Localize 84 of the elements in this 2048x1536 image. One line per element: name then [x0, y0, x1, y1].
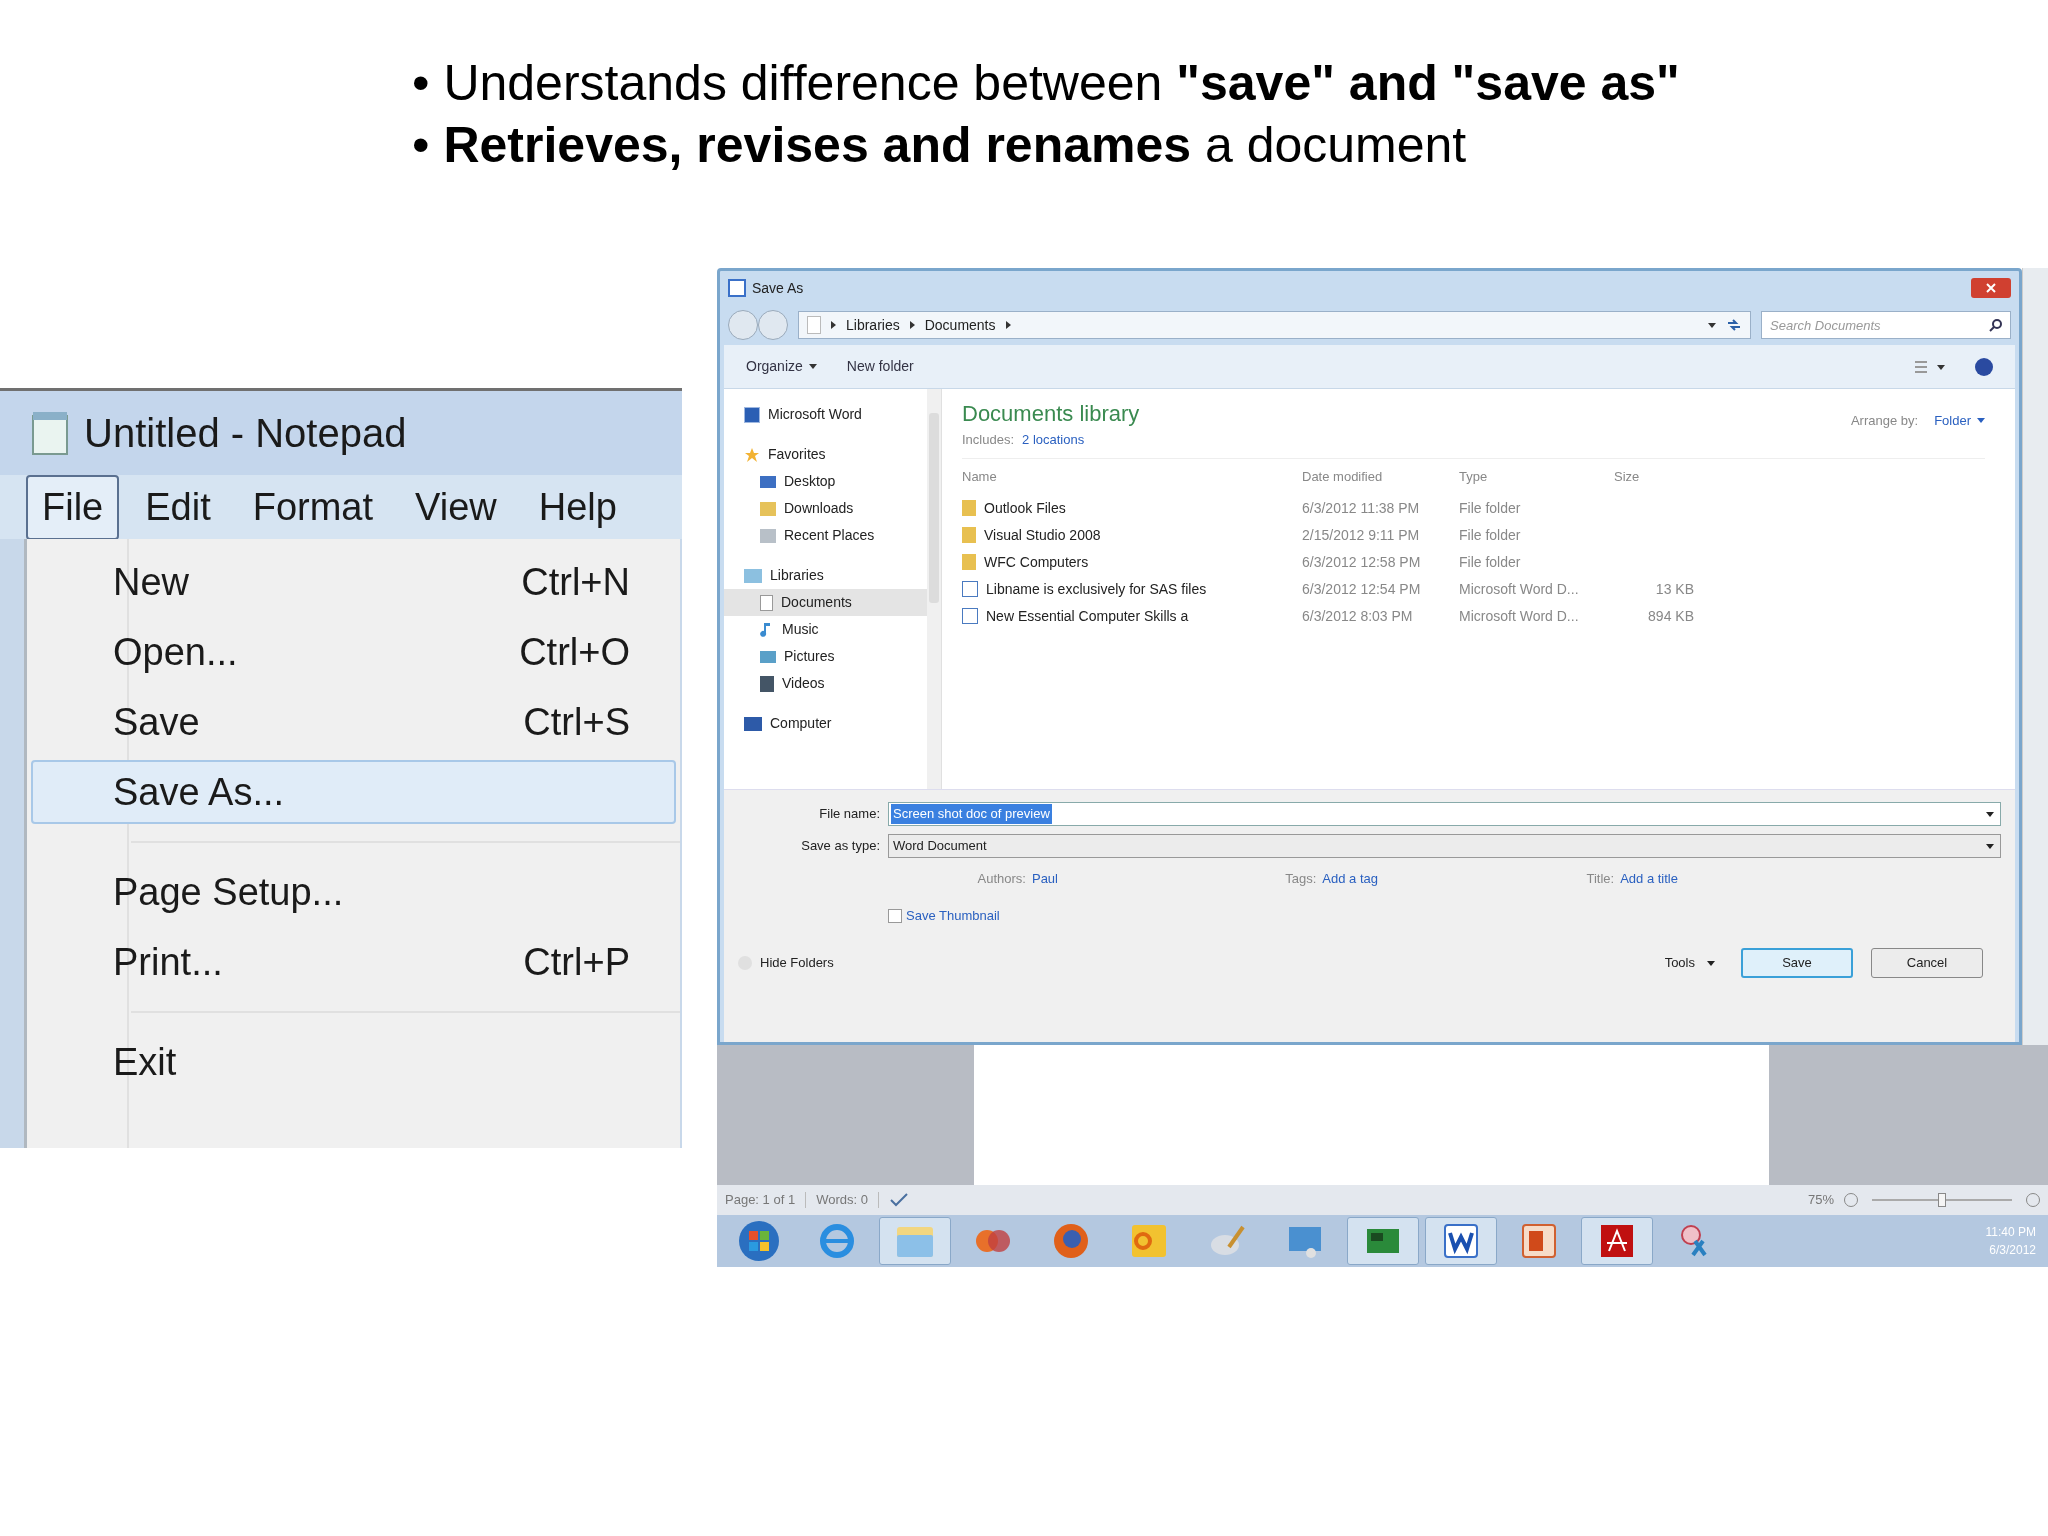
menu-bar-item[interactable]: Format: [236, 474, 390, 540]
menu-item[interactable]: Save Ctrl+S: [31, 690, 676, 754]
column-header[interactable]: Size: [1614, 466, 1704, 487]
menu-bar-item[interactable]: File: [26, 474, 120, 540]
file-name: Libname is exclusively for SAS files: [986, 579, 1207, 599]
file-name: New Essential Computer Skills a: [986, 606, 1189, 626]
field-label: Tags:: [1285, 870, 1317, 889]
search-field[interactable]: Search Documents: [1761, 311, 2011, 339]
file-date: 2/15/2012 9:11 PM: [1302, 525, 1421, 545]
nav-item[interactable]: Recent Places: [724, 522, 927, 549]
new-folder-button[interactable]: New folder: [846, 356, 914, 377]
page-count: Page: 1 of 1: [725, 1191, 796, 1210]
breadcrumb-item[interactable]: Libraries: [846, 314, 900, 336]
nav-item[interactable]: Downloads: [724, 495, 927, 522]
nav-item[interactable]: Microsoft Word: [724, 401, 927, 428]
file-date: 6/3/2012 12:54 PM: [1302, 579, 1422, 599]
menu-bar-item[interactable]: Help: [522, 474, 633, 540]
save-type-dropdown[interactable]: Word Document: [888, 834, 2001, 858]
menu-item[interactable]: New Ctrl+N: [31, 550, 676, 614]
file-type: File folder: [1459, 552, 1522, 572]
nav-item[interactable]: Libraries: [724, 562, 927, 589]
column-header[interactable]: Name: [962, 466, 1302, 487]
arrange-by-dropdown[interactable]: Folder: [1934, 411, 1985, 431]
menu-bar-item[interactable]: Edit: [129, 474, 227, 540]
file-row[interactable]: WFC Computers 6/3/2012 12:58 PM File folder: [962, 548, 1985, 576]
dialog-button[interactable]: Save: [1741, 948, 1853, 978]
file-type: File folder: [1459, 525, 1522, 545]
nav-item[interactable]: Desktop: [724, 468, 927, 495]
zoom-percent: 75%: [1807, 1191, 1834, 1210]
nav-item[interactable]: Music: [724, 616, 927, 643]
metadata-value[interactable]: Add a title: [1620, 869, 1678, 889]
hide-folders-button[interactable]: Hide Folders: [738, 953, 834, 973]
metadata-value[interactable]: Paul: [1031, 869, 1058, 889]
nav-item[interactable]: Computer: [724, 710, 927, 737]
arrange-by-label: Arrange by:: [1850, 412, 1919, 430]
file-name: Outlook Files: [984, 498, 1066, 518]
menu-item[interactable]: Print... Ctrl+P: [31, 930, 676, 994]
file-type: Microsoft Word D...: [1459, 606, 1580, 626]
window-title: Untitled - Notepad: [84, 410, 407, 457]
file-size: 894 KB: [1647, 606, 1695, 626]
clock-date: 6/3/2012: [1989, 1242, 2036, 1259]
nav-item[interactable]: Documents: [724, 589, 927, 616]
field-label: Authors:: [977, 870, 1026, 889]
menu-item[interactable]: Exit: [31, 1030, 676, 1094]
organize-menu[interactable]: Organize: [746, 356, 817, 377]
breadcrumb-item[interactable]: Documents: [924, 314, 996, 336]
locations-link[interactable]: 2 locations: [1022, 430, 1085, 450]
tools-menu[interactable]: Tools: [1664, 953, 1715, 973]
file-row[interactable]: Visual Studio 2008 2/15/2012 9:11 PM File folder: [962, 521, 1985, 549]
bullet-text: • Retrieves, revises and renames a document: [412, 116, 1468, 175]
menu-item[interactable]: Page Setup...: [31, 860, 676, 924]
field-label: Save as type:: [800, 837, 881, 856]
field-label: File name:: [818, 805, 881, 824]
clock-time: 11:40 PM: [1985, 1224, 2036, 1241]
dialog-title: Save As: [752, 278, 804, 298]
menu-item[interactable]: Open... Ctrl+O: [31, 620, 676, 684]
address-bar[interactable]: Libraries Documents: [798, 311, 1751, 339]
file-name: WFC Computers: [984, 552, 1089, 572]
file-row[interactable]: Outlook Files 6/3/2012 11:38 PM File folder: [962, 494, 1985, 522]
file-date: 6/3/2012 8:03 PM: [1302, 606, 1414, 626]
file-type: Microsoft Word D...: [1459, 579, 1580, 599]
library-title: Documents library: [962, 400, 1141, 428]
file-date: 6/3/2012 12:58 PM: [1302, 552, 1422, 572]
file-size: 13 KB: [1654, 579, 1695, 599]
file-name: Visual Studio 2008: [984, 525, 1101, 545]
file-name-field[interactable]: Screen shot doc of preview: [888, 802, 2001, 826]
metadata-value[interactable]: Add a tag: [1322, 869, 1378, 889]
word-count: Words: 0: [816, 1191, 868, 1210]
column-header[interactable]: Date modified: [1302, 466, 1459, 487]
nav-item[interactable]: Favorites: [724, 441, 927, 468]
column-header[interactable]: Type: [1459, 466, 1614, 487]
includes-label: Includes:: [962, 431, 1015, 449]
file-row[interactable]: Libname is exclusively for SAS files 6/3/2012 12:54 PM Microsoft Word D... 13 KB: [962, 575, 1985, 603]
file-type: File folder: [1459, 498, 1522, 518]
bullet-text: • Understands difference between "save" and "save as": [412, 54, 1681, 113]
menu-bar-item[interactable]: View: [399, 474, 513, 540]
checkbox-label: Save Thumbnail: [906, 907, 1000, 926]
nav-item[interactable]: Videos: [724, 670, 927, 697]
file-date: 6/3/2012 11:38 PM: [1302, 498, 1421, 518]
menu-item[interactable]: Save As...: [31, 760, 676, 824]
file-row[interactable]: New Essential Computer Skills a 6/3/2012 8:03 PM Microsoft Word D... 894 KB: [962, 602, 1985, 630]
nav-item[interactable]: Pictures: [724, 643, 927, 670]
field-label: Title:: [1586, 870, 1615, 889]
dialog-button[interactable]: Cancel: [1871, 948, 1983, 978]
